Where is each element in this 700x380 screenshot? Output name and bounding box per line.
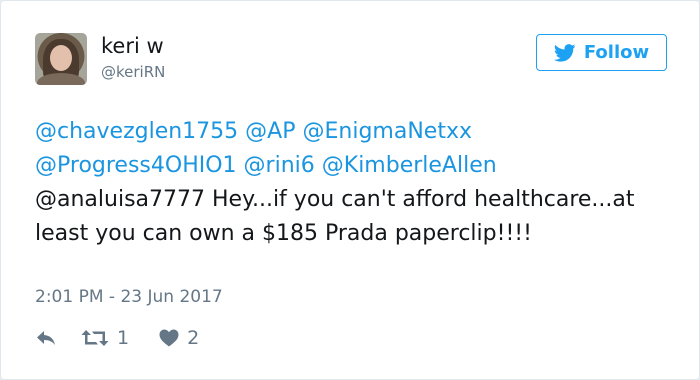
tweet-actions: 1 2 xyxy=(35,325,199,351)
user-handle[interactable]: @keriRN xyxy=(101,62,165,82)
tweet-card: keri w @keriRN Follow @chavezglen1755 @A… xyxy=(0,0,700,380)
mention-link[interactable]: @Progress4OHIO1 xyxy=(35,153,237,178)
follow-label: Follow xyxy=(583,42,650,63)
like-button[interactable]: 2 xyxy=(159,327,199,349)
heart-icon xyxy=(159,329,179,347)
reply-button[interactable] xyxy=(35,329,57,347)
retweet-count: 1 xyxy=(117,327,130,349)
twitter-bird-icon xyxy=(553,43,576,62)
mention-link[interactable]: @EnigmaNetxx xyxy=(303,119,473,144)
mention-text[interactable]: @analuisa7777 xyxy=(35,187,205,212)
tweet-timestamp[interactable]: 2:01 PM - 23 Jun 2017 xyxy=(35,285,223,309)
mention-link[interactable]: @KimberleAllen xyxy=(322,153,497,178)
follow-button[interactable]: Follow xyxy=(536,34,667,71)
avatar[interactable] xyxy=(35,33,87,85)
tweet-text: @chavezglen1755 @AP @EnigmaNetxx @Progres… xyxy=(35,115,675,251)
retweet-icon xyxy=(81,330,109,346)
like-count: 2 xyxy=(187,327,200,349)
mention-link[interactable]: @AP xyxy=(245,119,295,144)
mention-link[interactable]: @chavezglen1755 xyxy=(35,119,238,144)
avatar-face xyxy=(50,45,72,71)
reply-icon xyxy=(37,331,55,345)
user-display-name[interactable]: keri w xyxy=(101,33,164,59)
mention-link[interactable]: @rini6 xyxy=(244,153,315,178)
retweet-button[interactable]: 1 xyxy=(81,327,129,349)
